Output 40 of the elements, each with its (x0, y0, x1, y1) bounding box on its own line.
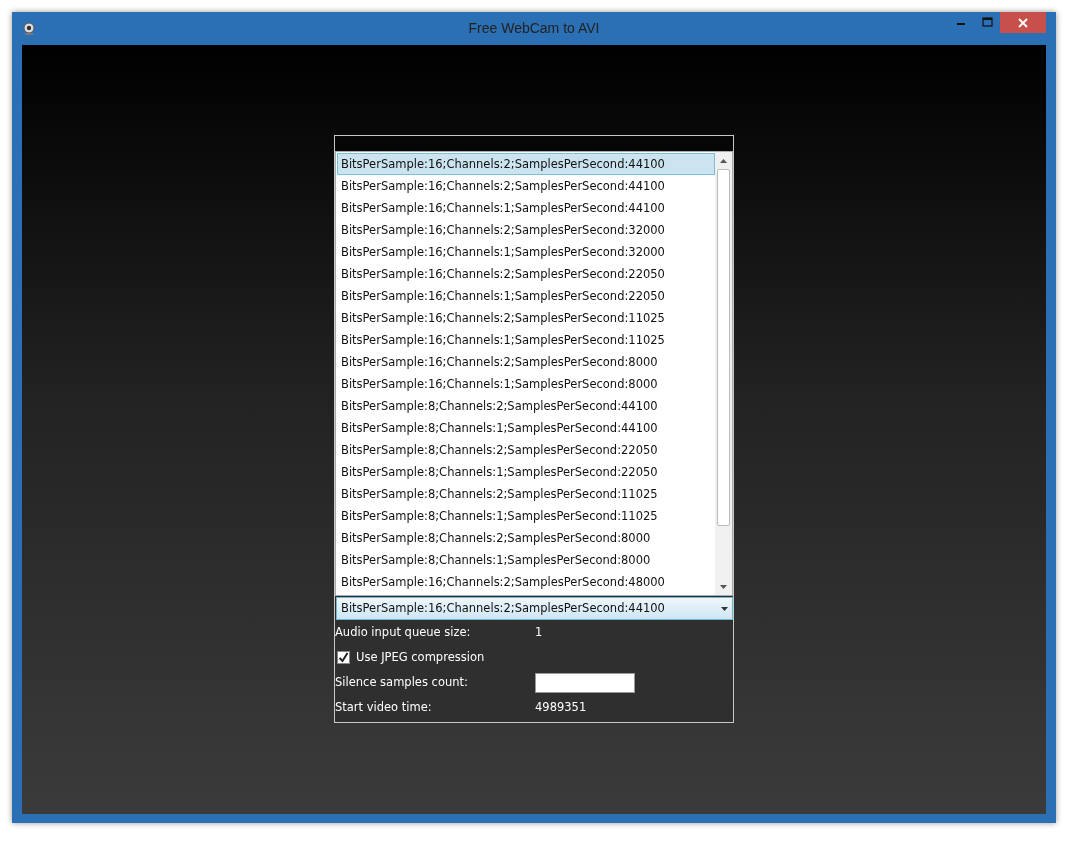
list-item[interactable]: BitsPerSample:16;Channels:1;SamplesPerSecond:8000 (337, 373, 715, 395)
list-item[interactable]: BitsPerSample:8;Channels:1;SamplesPerSecond:44100 (337, 417, 715, 439)
list-item[interactable]: BitsPerSample:8;Channels:2;SamplesPerSecond:8000 (337, 527, 715, 549)
list-item[interactable]: BitsPerSample:16;Channels:2;SamplesPerSecond:11025 (337, 307, 715, 329)
format-dropdown[interactable]: BitsPerSample:16;Channels:2;SamplesPerSecond:44100 (336, 597, 733, 620)
close-icon (1018, 17, 1028, 28)
window-title: Free WebCam to AVI (468, 19, 600, 38)
list-item[interactable]: BitsPerSample:16;Channels:1;SamplesPerSecond:32000 (337, 241, 715, 263)
list-item[interactable]: BitsPerSample:8;Channels:1;SamplesPerSecond:8000 (337, 549, 715, 571)
dropdown-arrow-icon (721, 606, 728, 611)
scroll-down-icon[interactable] (720, 584, 727, 589)
dropdown-value: BitsPerSample:16;Channels:2;SamplesPerSecond:44100 (341, 599, 665, 617)
list-item[interactable]: BitsPerSample:16;Channels:2;SamplesPerSecond:44100 (337, 175, 715, 197)
list-item[interactable]: BitsPerSample:16;Channels:2;SamplesPerSecond:22050 (337, 263, 715, 285)
list-item[interactable]: BitsPerSample:8;Channels:2;SamplesPerSecond:11025 (337, 483, 715, 505)
list-item[interactable]: BitsPerSample:16;Channels:1;SamplesPerSecond:22050 (337, 285, 715, 307)
checkbox[interactable] (337, 651, 350, 664)
scroll-thumb[interactable] (717, 169, 730, 526)
scroll-up-icon[interactable] (720, 158, 727, 163)
list-item[interactable]: BitsPerSample:8;Channels:1;SamplesPerSecond:22050 (337, 461, 715, 483)
setting-value: 1 (535, 623, 543, 641)
list-item[interactable]: BitsPerSample:8;Channels:2;SamplesPerSecond:22050 (337, 439, 715, 461)
list-item[interactable]: BitsPerSample:8;Channels:2;SamplesPerSecond:44100 (337, 395, 715, 417)
input-field[interactable] (535, 672, 635, 693)
list-item[interactable]: BitsPerSample:16;Channels:2;SamplesPerSecond:48000 (337, 571, 715, 593)
setting-label: Start video time: (335, 698, 433, 716)
list-item[interactable]: BitsPerSample:16;Channels:2;SamplesPerSecond:44100 (337, 153, 715, 175)
list-item[interactable]: BitsPerSample:16;Channels:2;SamplesPerSecond:32000 (337, 219, 715, 241)
close-button[interactable] (1000, 12, 1046, 33)
setting-label: Audio input queue size: (335, 623, 472, 641)
setting-value: 4989351 (535, 698, 587, 716)
checkbox-label: Use JPEG compression (356, 648, 485, 666)
setting-label: Silence samples count: (335, 673, 469, 691)
list-item[interactable]: BitsPerSample:16;Channels:1;SamplesPerSecond:11025 (337, 329, 715, 351)
list-item[interactable]: BitsPerSample:16;Channels:2;SamplesPerSecond:8000 (337, 351, 715, 373)
list-item[interactable]: BitsPerSample:8;Channels:1;SamplesPerSecond:11025 (337, 505, 715, 527)
webcam-icon (22, 21, 36, 36)
scrollbar[interactable] (715, 152, 732, 595)
maximize-icon (981, 17, 993, 27)
list-item[interactable]: BitsPerSample:16;Channels:1;SamplesPerSecond:44100 (337, 197, 715, 219)
